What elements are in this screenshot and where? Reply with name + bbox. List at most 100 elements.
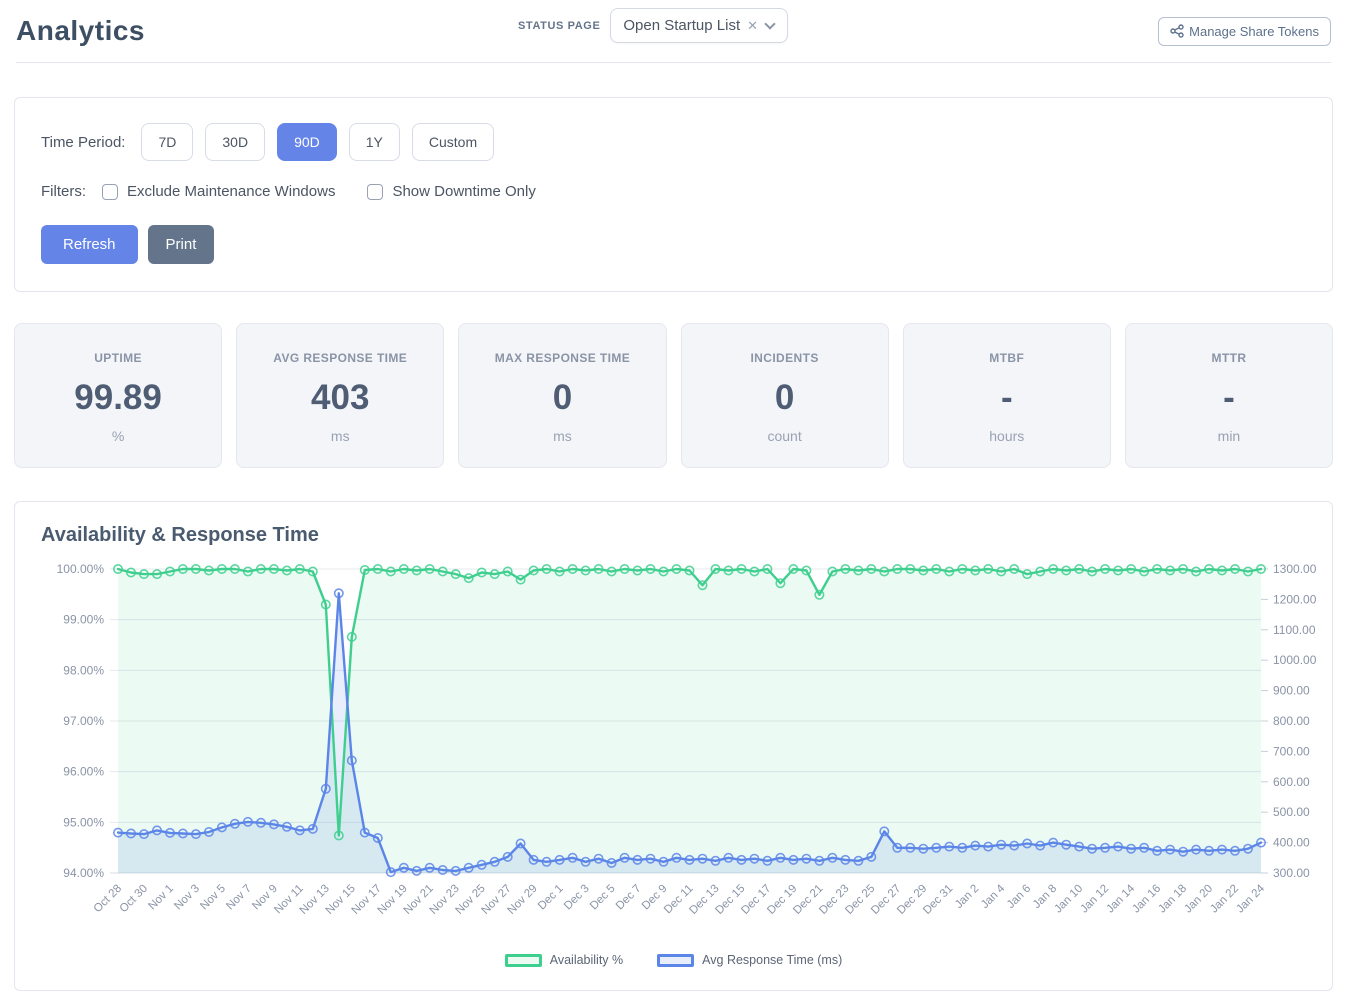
svg-text:1300.00: 1300.00 bbox=[1273, 562, 1317, 576]
stat-value: 99.89 bbox=[19, 378, 217, 418]
svg-text:95.00%: 95.00% bbox=[63, 815, 104, 829]
stat-card-incidents: INCIDENTS 0 count bbox=[681, 323, 889, 468]
chart-title: Availability & Response Time bbox=[15, 524, 1332, 547]
stat-unit: min bbox=[1130, 428, 1328, 444]
svg-text:Oct 28: Oct 28 bbox=[92, 883, 124, 915]
action-buttons-row: Refresh Print bbox=[41, 225, 1306, 264]
stat-card-avg-response: AVG RESPONSE TIME 403 ms bbox=[236, 323, 444, 468]
svg-text:900.00: 900.00 bbox=[1273, 684, 1310, 698]
svg-text:700.00: 700.00 bbox=[1273, 744, 1310, 758]
svg-text:98.00%: 98.00% bbox=[63, 663, 104, 677]
status-page-label: STATUS PAGE bbox=[518, 20, 600, 32]
header-divider bbox=[16, 62, 1331, 63]
availability-response-chart: 100.00%99.00%98.00%97.00%96.00%95.00%94.… bbox=[19, 549, 1335, 953]
refresh-button[interactable]: Refresh bbox=[41, 225, 138, 264]
exclude-maintenance-label: Exclude Maintenance Windows bbox=[127, 183, 335, 200]
stats-row: UPTIME 99.89 % AVG RESPONSE TIME 403 ms … bbox=[14, 323, 1333, 468]
close-icon[interactable]: ✕ bbox=[747, 18, 758, 34]
stat-value: - bbox=[908, 378, 1106, 418]
period-button-7d[interactable]: 7D bbox=[141, 123, 193, 161]
svg-text:Oct 30: Oct 30 bbox=[118, 883, 150, 915]
response-legend-label: Avg Response Time (ms) bbox=[702, 953, 842, 967]
print-button[interactable]: Print bbox=[148, 225, 215, 264]
period-button-custom[interactable]: Custom bbox=[412, 123, 494, 161]
stat-value: 403 bbox=[241, 378, 439, 418]
chart-panel: Availability & Response Time 100.00% 99.0… bbox=[14, 501, 1333, 991]
svg-text:Jan 6: Jan 6 bbox=[1005, 883, 1033, 911]
chevron-down-icon bbox=[764, 18, 775, 29]
page-title: Analytics bbox=[16, 15, 145, 47]
svg-text:400.00: 400.00 bbox=[1273, 836, 1310, 850]
stat-value: 0 bbox=[686, 378, 884, 418]
manage-share-tokens-label: Manage Share Tokens bbox=[1189, 24, 1319, 39]
svg-text:Jan 24: Jan 24 bbox=[1234, 882, 1267, 915]
svg-text:Nov 7: Nov 7 bbox=[224, 883, 254, 913]
stat-unit: ms bbox=[241, 428, 439, 444]
exclude-maintenance-checkbox[interactable] bbox=[102, 184, 118, 200]
stat-card-max-response: MAX RESPONSE TIME 0 ms bbox=[458, 323, 666, 468]
svg-text:Jan 4: Jan 4 bbox=[979, 882, 1008, 911]
show-downtime-group: Show Downtime Only bbox=[367, 183, 535, 200]
time-period-label: Time Period: bbox=[41, 134, 125, 151]
status-page-selected-value: Open Startup List bbox=[623, 17, 740, 34]
filters-row: Filters: Exclude Maintenance Windows Sho… bbox=[41, 183, 1306, 200]
time-period-row: Time Period: 7D 30D 90D 1Y Custom bbox=[41, 123, 1306, 161]
svg-text:Dec 5: Dec 5 bbox=[588, 883, 618, 913]
svg-text:Jan 20: Jan 20 bbox=[1182, 883, 1215, 916]
period-button-90d[interactable]: 90D bbox=[277, 123, 337, 161]
header: Analytics STATUS PAGE Open Startup List … bbox=[0, 0, 1347, 62]
svg-text:96.00%: 96.00% bbox=[63, 765, 104, 779]
svg-text:Dec 7: Dec 7 bbox=[614, 883, 644, 913]
svg-text:1100.00: 1100.00 bbox=[1273, 623, 1316, 637]
period-button-30d[interactable]: 30D bbox=[205, 123, 265, 161]
stat-card-mtbf: MTBF - hours bbox=[903, 323, 1111, 468]
svg-text:600.00: 600.00 bbox=[1273, 775, 1310, 789]
period-button-1y[interactable]: 1Y bbox=[349, 123, 400, 161]
svg-text:Dec 31: Dec 31 bbox=[921, 883, 955, 917]
availability-legend-swatch bbox=[505, 954, 542, 967]
svg-text:300.00: 300.00 bbox=[1273, 866, 1310, 880]
show-downtime-label: Show Downtime Only bbox=[392, 183, 535, 200]
stat-unit: hours bbox=[908, 428, 1106, 444]
svg-text:Jan 16: Jan 16 bbox=[1130, 883, 1163, 916]
stat-value: - bbox=[1130, 378, 1328, 418]
svg-text:Nov 5: Nov 5 bbox=[198, 883, 228, 913]
svg-text:100.00%: 100.00% bbox=[57, 562, 105, 576]
svg-text:Jan 12: Jan 12 bbox=[1078, 883, 1111, 916]
filters-label: Filters: bbox=[41, 183, 86, 200]
stat-card-mttr: MTTR - min bbox=[1125, 323, 1333, 468]
stat-unit: count bbox=[686, 428, 884, 444]
share-icon bbox=[1170, 24, 1184, 38]
svg-text:1200.00: 1200.00 bbox=[1273, 592, 1317, 606]
svg-text:Jan 22: Jan 22 bbox=[1208, 883, 1241, 916]
stat-label: MAX RESPONSE TIME bbox=[463, 351, 661, 365]
stat-label: AVG RESPONSE TIME bbox=[241, 351, 439, 365]
stat-label: INCIDENTS bbox=[686, 351, 884, 365]
svg-text:1000.00: 1000.00 bbox=[1273, 653, 1317, 667]
svg-text:Nov 1: Nov 1 bbox=[146, 883, 176, 913]
svg-text:Dec 3: Dec 3 bbox=[562, 883, 592, 913]
filter-panel: Time Period: 7D 30D 90D 1Y Custom Filter… bbox=[14, 97, 1333, 292]
stat-label: UPTIME bbox=[19, 351, 217, 365]
stat-card-uptime: UPTIME 99.89 % bbox=[14, 323, 222, 468]
chart-legend: Availability % Avg Response Time (ms) bbox=[15, 953, 1332, 967]
svg-text:99.00%: 99.00% bbox=[63, 613, 104, 627]
svg-text:Jan 10: Jan 10 bbox=[1052, 883, 1085, 916]
stat-unit: % bbox=[19, 428, 217, 444]
stat-value: 0 bbox=[463, 378, 661, 418]
status-page-select[interactable]: Open Startup List ✕ bbox=[610, 8, 788, 43]
legend-item-response: Avg Response Time (ms) bbox=[657, 953, 842, 967]
availability-legend-label: Availability % bbox=[550, 953, 623, 967]
svg-text:Nov 3: Nov 3 bbox=[172, 883, 202, 913]
show-downtime-checkbox[interactable] bbox=[367, 184, 383, 200]
svg-text:94.00%: 94.00% bbox=[63, 866, 104, 880]
manage-share-tokens-button[interactable]: Manage Share Tokens bbox=[1158, 17, 1331, 46]
svg-text:800.00: 800.00 bbox=[1273, 714, 1310, 728]
response-legend-swatch bbox=[657, 954, 694, 967]
stat-label: MTBF bbox=[908, 351, 1106, 365]
svg-text:Jan 2: Jan 2 bbox=[953, 883, 981, 911]
legend-item-availability: Availability % bbox=[505, 953, 623, 967]
svg-text:Jan 18: Jan 18 bbox=[1156, 883, 1189, 916]
svg-text:500.00: 500.00 bbox=[1273, 805, 1310, 819]
svg-text:Dec 1: Dec 1 bbox=[536, 883, 566, 913]
